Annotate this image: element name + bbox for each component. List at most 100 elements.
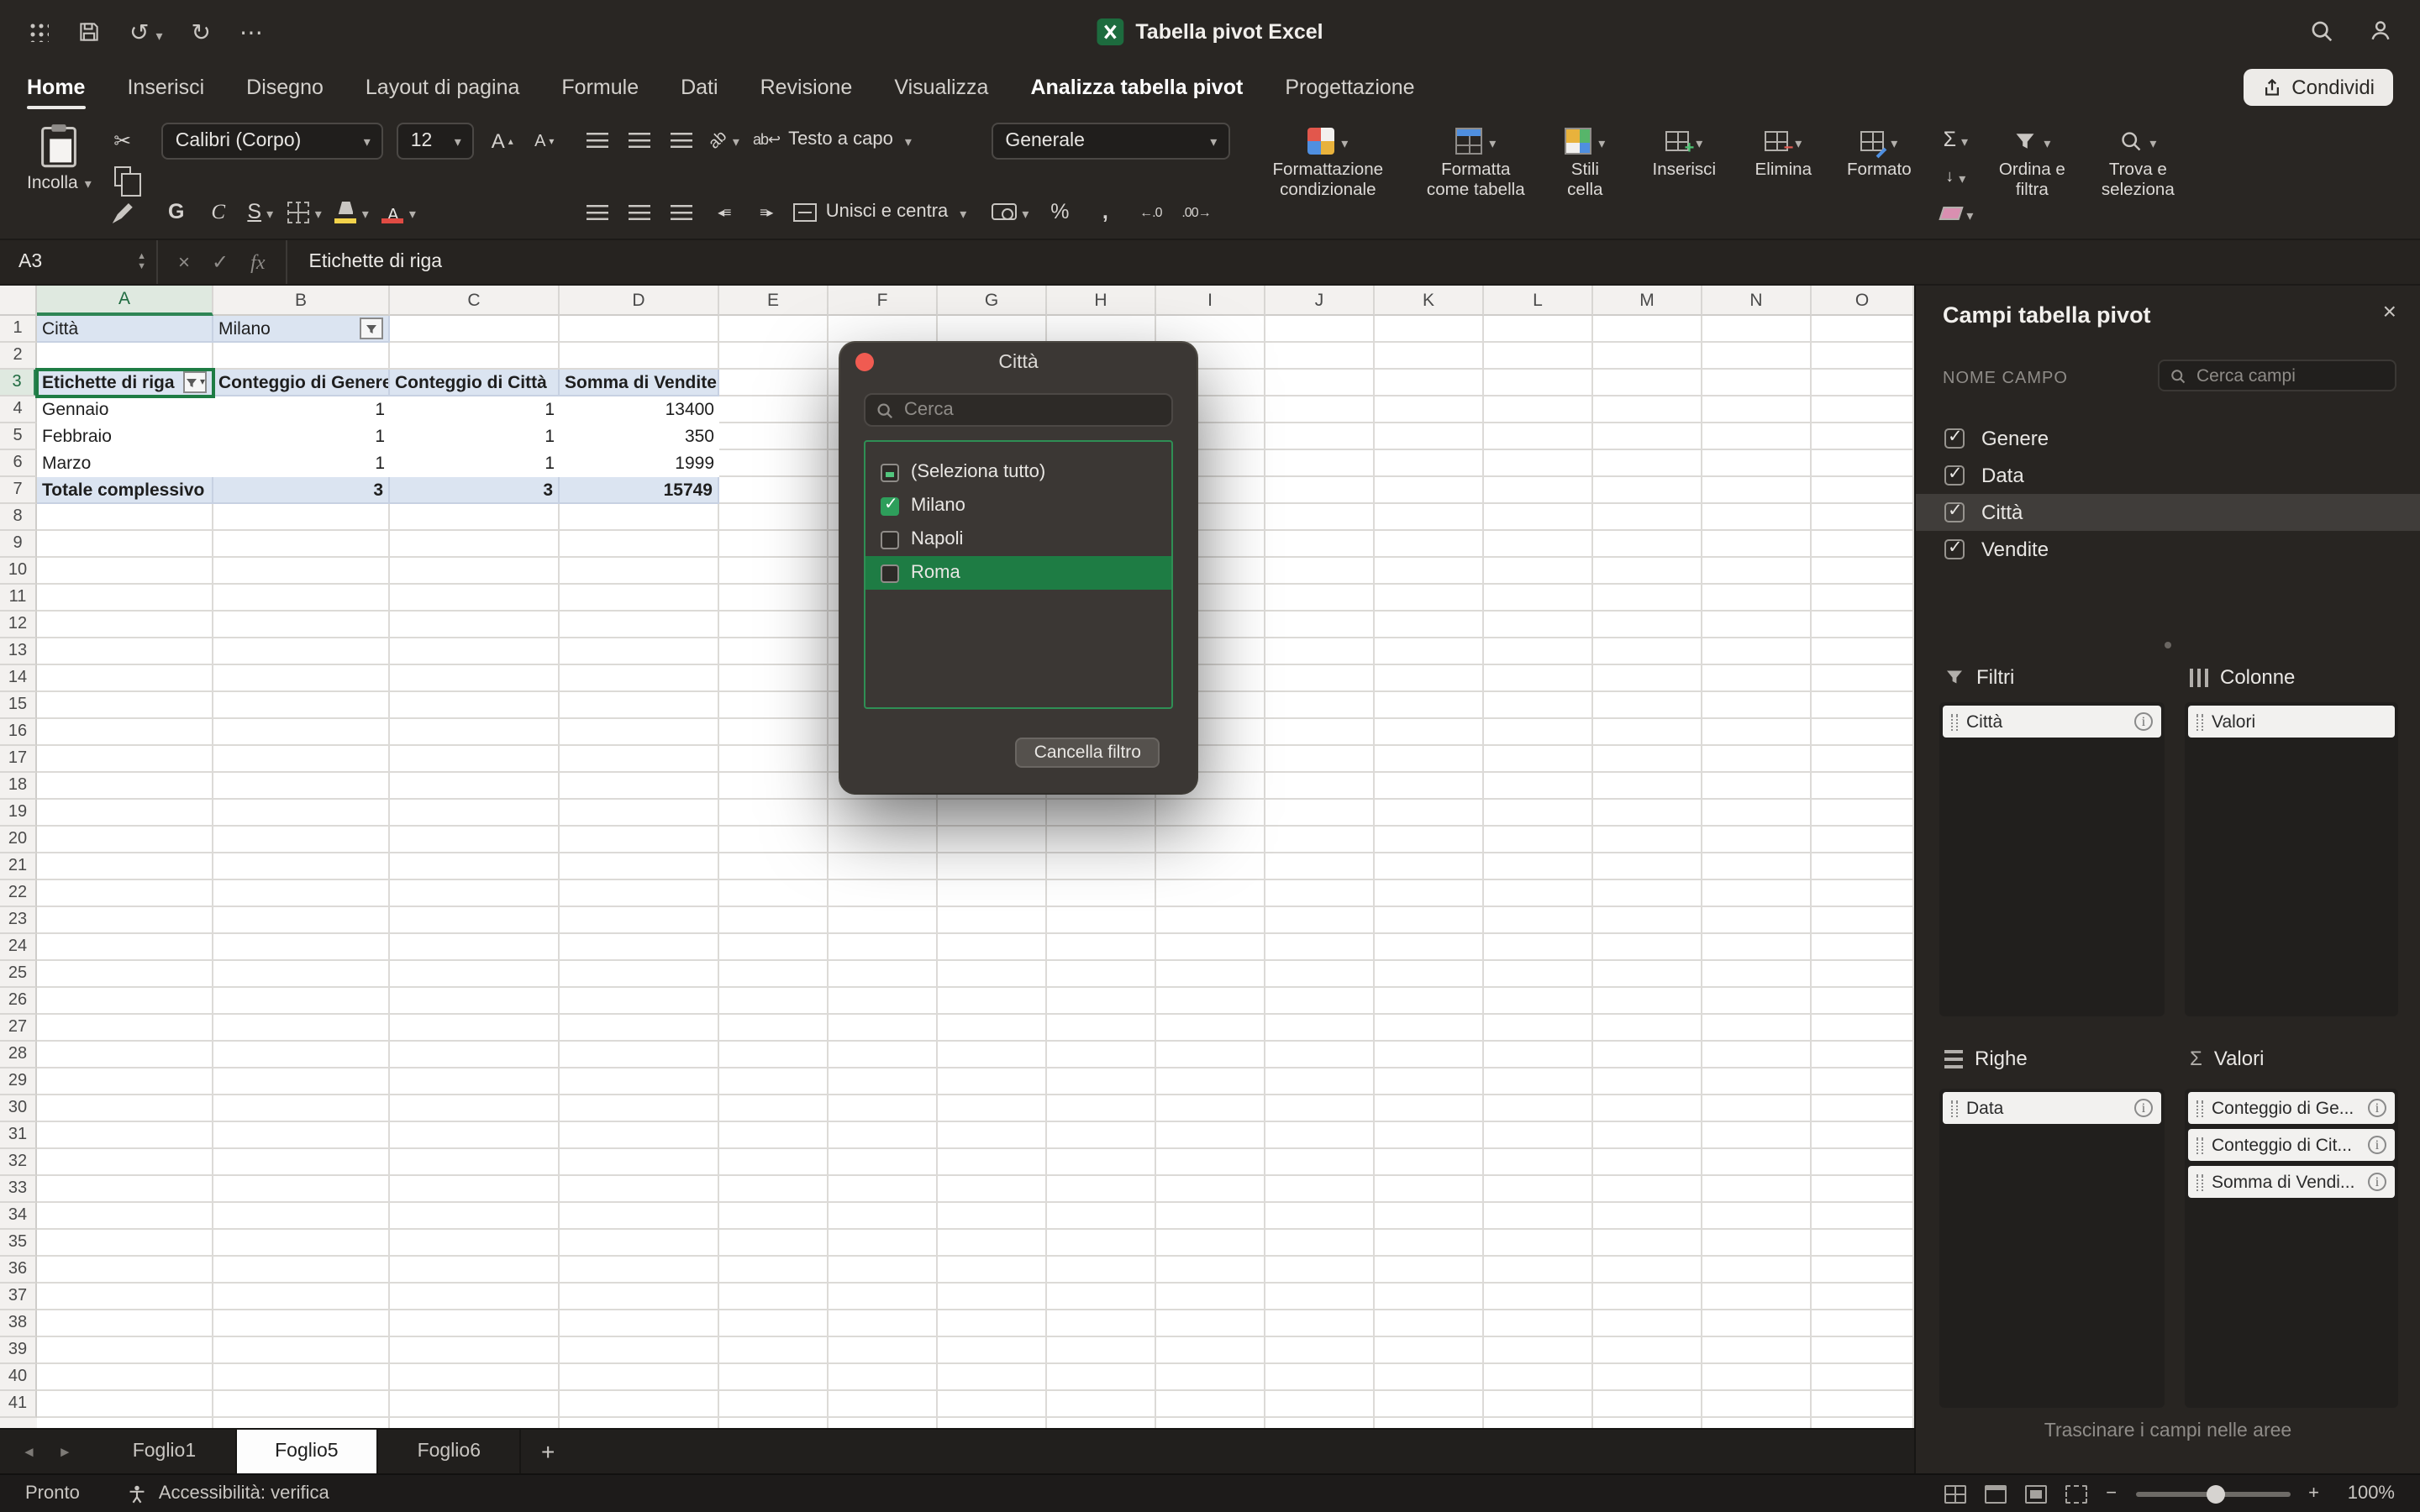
align-center-button[interactable] <box>626 195 655 228</box>
checkbox-checked-icon[interactable] <box>881 496 899 515</box>
dialog-search-input[interactable]: Cerca <box>864 393 1173 427</box>
drag-handle-icon[interactable] <box>1951 1100 1958 1116</box>
tab-dati[interactable]: Dati <box>681 65 718 108</box>
increase-font-button[interactable] <box>488 124 517 158</box>
zoom-in-button[interactable] <box>2308 1483 2319 1504</box>
merge-center-button[interactable]: Unisci e centra <box>794 195 967 228</box>
row-header-25[interactable]: 25 <box>0 961 37 988</box>
row-header-5[interactable]: 5 <box>0 423 37 450</box>
filter-item-napoli[interactable]: Napoli <box>865 522 1171 556</box>
field-item-citt[interactable]: Città <box>1916 494 2420 531</box>
align-middle-button[interactable] <box>626 123 655 156</box>
align-left-button[interactable] <box>584 195 613 228</box>
row-header-28[interactable]: 28 <box>0 1042 37 1068</box>
zoom-level[interactable]: 100% <box>2338 1483 2395 1504</box>
column-header-N[interactable]: N <box>1702 286 1812 316</box>
row-header-4[interactable]: 4 <box>0 396 37 423</box>
row-header-19[interactable]: 19 <box>0 800 37 827</box>
row-header-6[interactable]: 6 <box>0 450 37 477</box>
info-icon[interactable] <box>2134 712 2153 731</box>
row-header-31[interactable]: 31 <box>0 1122 37 1149</box>
cell-B3[interactable]: Conteggio di Genere <box>213 370 390 396</box>
row-header-15[interactable]: 15 <box>0 692 37 719</box>
field-chip-valori[interactable]: Valori <box>2188 706 2395 738</box>
column-header-M[interactable]: M <box>1593 286 1702 316</box>
add-sheet-button[interactable] <box>541 1438 555 1465</box>
checkbox-checked-icon[interactable] <box>1944 502 1965 522</box>
row-header-16[interactable]: 16 <box>0 719 37 746</box>
row-header-35[interactable]: 35 <box>0 1230 37 1257</box>
row-header-2[interactable]: 2 <box>0 343 37 370</box>
info-icon[interactable] <box>2134 1099 2153 1117</box>
conditional-formatting-button[interactable]: Formattazione condizionale <box>1255 123 1400 202</box>
redo-button[interactable] <box>192 19 211 43</box>
row-header-8[interactable]: 8 <box>0 504 37 531</box>
sort-filter-button[interactable]: Ordina e filtra <box>1993 123 2070 202</box>
field-item-genere[interactable]: Genere <box>1916 420 2420 457</box>
clear-filter-button[interactable]: Cancella filtro <box>1016 738 1160 768</box>
autosum-button[interactable] <box>1941 123 1970 156</box>
search-button[interactable] <box>2309 18 2334 44</box>
row-header-41[interactable]: 41 <box>0 1391 37 1418</box>
decrease-decimal-button[interactable] <box>1181 195 1210 228</box>
field-chip-conteggio-di-ge[interactable]: Conteggio di Ge... <box>2188 1092 2395 1124</box>
increase-indent-button[interactable] <box>752 195 781 228</box>
filter-applied-icon[interactable] <box>360 318 383 339</box>
column-header-L[interactable]: L <box>1484 286 1593 316</box>
column-header-H[interactable]: H <box>1047 286 1156 316</box>
tab-visualizza[interactable]: Visualizza <box>894 65 988 108</box>
row-header-1[interactable]: 1 <box>0 316 37 343</box>
area-well-valori[interactable]: Conteggio di Ge...Conteggio di Cit...Som… <box>2185 1089 2398 1408</box>
row-header-30[interactable]: 30 <box>0 1095 37 1122</box>
column-header-B[interactable]: B <box>213 286 390 316</box>
decrease-indent-button[interactable] <box>710 195 739 228</box>
view-custom-button[interactable] <box>2065 1484 2087 1503</box>
row-header-37[interactable]: 37 <box>0 1284 37 1310</box>
cell-B6[interactable]: 1 <box>213 450 390 477</box>
cell-D4[interactable]: 13400 <box>560 396 719 423</box>
apps-grid-button[interactable] <box>27 20 49 42</box>
row-header-13[interactable]: 13 <box>0 638 37 665</box>
cell-A1[interactable]: Città <box>37 316 213 343</box>
row-header-26[interactable]: 26 <box>0 988 37 1015</box>
cell-C6[interactable]: 1 <box>390 450 560 477</box>
cell-B7[interactable]: 3 <box>213 477 390 504</box>
name-box-spinner[interactable] <box>137 252 146 272</box>
row-header-12[interactable]: 12 <box>0 612 37 638</box>
close-pane-button[interactable] <box>2383 297 2396 324</box>
cell-B5[interactable]: 1 <box>213 423 390 450</box>
row-header-32[interactable]: 32 <box>0 1149 37 1176</box>
tab-layout-di-pagina[interactable]: Layout di pagina <box>366 65 520 108</box>
drag-handle-icon[interactable] <box>2196 1173 2203 1190</box>
drag-handle-icon[interactable] <box>2196 1100 2203 1116</box>
tab-progettazione[interactable]: Progettazione <box>1285 65 1414 108</box>
column-header-K[interactable]: K <box>1375 286 1484 316</box>
clear-button[interactable] <box>1941 197 1973 230</box>
field-chip-data[interactable]: Data <box>1943 1092 2161 1124</box>
filter-item-milano[interactable]: Milano <box>865 489 1171 522</box>
row-header-10[interactable]: 10 <box>0 558 37 585</box>
row-header-33[interactable]: 33 <box>0 1176 37 1203</box>
view-page-layout-button[interactable] <box>1985 1484 2007 1503</box>
row-header-29[interactable]: 29 <box>0 1068 37 1095</box>
confirm-entry-button[interactable] <box>212 250 229 274</box>
cancel-entry-button[interactable] <box>178 250 190 274</box>
row-header-24[interactable]: 24 <box>0 934 37 961</box>
fill-color-button[interactable] <box>335 195 369 228</box>
sheet-tab-foglio1[interactable]: Foglio1 <box>94 1430 236 1473</box>
field-chip-citt[interactable]: Città <box>1943 706 2161 738</box>
cell-C3[interactable]: Conteggio di Città <box>390 370 560 396</box>
pane-resize-dot[interactable] <box>2165 642 2171 648</box>
underline-button[interactable]: S <box>246 195 275 228</box>
row-header-36[interactable]: 36 <box>0 1257 37 1284</box>
close-window-button[interactable] <box>855 353 874 371</box>
zoom-out-button[interactable] <box>2106 1483 2117 1504</box>
format-as-table-button[interactable]: Formatta come tabella <box>1422 123 1529 202</box>
share-button[interactable]: Condividi <box>2243 68 2393 105</box>
tab-disegno[interactable]: Disegno <box>246 65 324 108</box>
field-item-vendite[interactable]: Vendite <box>1916 531 2420 568</box>
row-header-3[interactable]: 3 <box>0 370 37 396</box>
checkbox-unchecked-icon[interactable] <box>881 530 899 549</box>
prev-sheet-button[interactable] <box>22 1443 36 1460</box>
field-item-data[interactable]: Data <box>1916 457 2420 494</box>
